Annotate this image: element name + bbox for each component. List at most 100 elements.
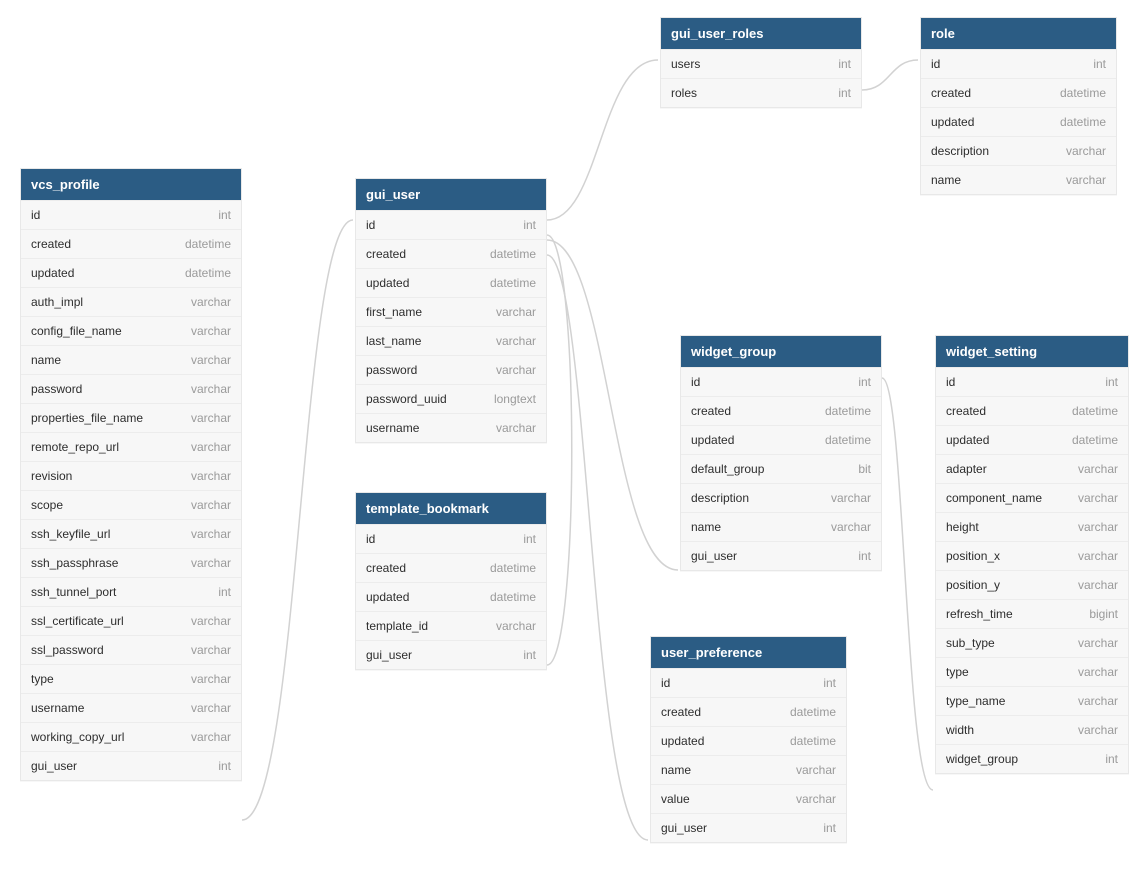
table-row[interactable]: updateddatetime (21, 258, 241, 287)
table-header-user_preference[interactable]: user_preference (651, 637, 846, 668)
table-row[interactable]: idint (356, 524, 546, 553)
table-header-role[interactable]: role (921, 18, 1116, 49)
table-row[interactable]: updateddatetime (356, 268, 546, 297)
table-row[interactable]: ssh_tunnel_portint (21, 577, 241, 606)
table-row[interactable]: valuevarchar (651, 784, 846, 813)
column-type: varchar (796, 763, 836, 777)
table-user_preference[interactable]: user_preferenceidintcreateddatetimeupdat… (650, 636, 847, 843)
table-row[interactable]: gui_userint (651, 813, 846, 842)
table-row[interactable]: createddatetime (651, 697, 846, 726)
table-row[interactable]: createddatetime (921, 78, 1116, 107)
table-row[interactable]: gui_userint (356, 640, 546, 669)
table-row[interactable]: ssl_passwordvarchar (21, 635, 241, 664)
table-row[interactable]: properties_file_namevarchar (21, 403, 241, 432)
table-row[interactable]: sub_typevarchar (936, 628, 1128, 657)
table-row[interactable]: remote_repo_urlvarchar (21, 432, 241, 461)
column-type: varchar (1078, 520, 1118, 534)
table-row[interactable]: auth_implvarchar (21, 287, 241, 316)
table-row[interactable]: ssh_passphrasevarchar (21, 548, 241, 577)
table-row[interactable]: idint (921, 49, 1116, 78)
table-row[interactable]: gui_userint (681, 541, 881, 570)
table-row[interactable]: usersint (661, 49, 861, 78)
column-type: varchar (796, 792, 836, 806)
column-type: datetime (825, 433, 871, 447)
table-row[interactable]: config_file_namevarchar (21, 316, 241, 345)
table-gui_user_roles[interactable]: gui_user_rolesusersintrolesint (660, 17, 862, 108)
column-name: type_name (946, 694, 1005, 708)
table-row[interactable]: createddatetime (356, 239, 546, 268)
table-row[interactable]: idint (651, 668, 846, 697)
table-row[interactable]: updateddatetime (936, 425, 1128, 454)
table-row[interactable]: adaptervarchar (936, 454, 1128, 483)
table-header-widget_group[interactable]: widget_group (681, 336, 881, 367)
column-type: varchar (191, 701, 231, 715)
table-row[interactable]: refresh_time bigint (936, 599, 1128, 628)
table-row[interactable]: descriptionvarchar (921, 136, 1116, 165)
table-row[interactable]: createddatetime (356, 553, 546, 582)
table-row[interactable]: createddatetime (681, 396, 881, 425)
table-row[interactable]: namevarchar (21, 345, 241, 374)
table-row[interactable]: idint (356, 210, 546, 239)
table-row[interactable]: component_namevarchar (936, 483, 1128, 512)
table-row[interactable]: revisionvarchar (21, 461, 241, 490)
table-row[interactable]: updateddatetime (921, 107, 1116, 136)
column-type: varchar (191, 527, 231, 541)
table-row[interactable]: descriptionvarchar (681, 483, 881, 512)
table-row[interactable]: updateddatetime (651, 726, 846, 755)
table-row[interactable]: createddatetime (936, 396, 1128, 425)
column-name: roles (671, 86, 697, 100)
column-name: ssh_tunnel_port (31, 585, 116, 599)
column-name: refresh_time (946, 607, 1013, 621)
table-widget_setting[interactable]: widget_settingidintcreateddatetimeupdate… (935, 335, 1129, 774)
column-name: updated (946, 433, 989, 447)
table-row[interactable]: idint (21, 200, 241, 229)
table-row[interactable]: typevarchar (21, 664, 241, 693)
table-row[interactable]: ssl_certificate_urlvarchar (21, 606, 241, 635)
column-name: gui_user (661, 821, 707, 835)
table-row[interactable]: updateddatetime (356, 582, 546, 611)
column-type: varchar (496, 363, 536, 377)
table-row[interactable]: password_uuidlongtext (356, 384, 546, 413)
table-role[interactable]: roleidintcreateddatetimeupdateddatetimed… (920, 17, 1117, 195)
column-type: int (1105, 752, 1118, 766)
table-row[interactable]: typevarchar (936, 657, 1128, 686)
table-row[interactable]: usernamevarchar (356, 413, 546, 442)
table-row[interactable]: default_groupbit (681, 454, 881, 483)
table-row[interactable]: heightvarchar (936, 512, 1128, 541)
table-row[interactable]: idint (681, 367, 881, 396)
table-row[interactable]: namevarchar (651, 755, 846, 784)
table-header-vcs_profile[interactable]: vcs_profile (21, 169, 241, 200)
table-row[interactable]: updateddatetime (681, 425, 881, 454)
table-row[interactable]: widget_groupint (936, 744, 1128, 773)
table-row[interactable]: passwordvarchar (21, 374, 241, 403)
table-header-widget_setting[interactable]: widget_setting (936, 336, 1128, 367)
table-row[interactable]: last_namevarchar (356, 326, 546, 355)
table-row[interactable]: passwordvarchar (356, 355, 546, 384)
table-row[interactable]: namevarchar (921, 165, 1116, 194)
table-row[interactable]: widthvarchar (936, 715, 1128, 744)
table-row[interactable]: type_namevarchar (936, 686, 1128, 715)
table-row[interactable]: createddatetime (21, 229, 241, 258)
table-template_bookmark[interactable]: template_bookmarkidintcreateddatetimeupd… (355, 492, 547, 670)
table-gui_user[interactable]: gui_useridintcreateddatetimeupdateddatet… (355, 178, 547, 443)
table-widget_group[interactable]: widget_groupidintcreateddatetimeupdatedd… (680, 335, 882, 571)
table-vcs_profile[interactable]: vcs_profileidintcreateddatetimeupdatedda… (20, 168, 242, 781)
table-row[interactable]: gui_userint (21, 751, 241, 780)
table-row[interactable]: template_idvarchar (356, 611, 546, 640)
table-row[interactable]: usernamevarchar (21, 693, 241, 722)
table-row[interactable]: rolesint (661, 78, 861, 107)
table-row[interactable]: namevarchar (681, 512, 881, 541)
table-row[interactable]: ssh_keyfile_urlvarchar (21, 519, 241, 548)
column-name: updated (931, 115, 974, 129)
table-row[interactable]: position_xvarchar (936, 541, 1128, 570)
table-row[interactable]: idint (936, 367, 1128, 396)
column-name: name (31, 353, 61, 367)
table-row[interactable]: working_copy_urlvarchar (21, 722, 241, 751)
table-header-gui_user_roles[interactable]: gui_user_roles (661, 18, 861, 49)
column-type: bigint (1089, 607, 1118, 621)
table-row[interactable]: position_yvarchar (936, 570, 1128, 599)
table-row[interactable]: first_namevarchar (356, 297, 546, 326)
table-header-gui_user[interactable]: gui_user (356, 179, 546, 210)
table-row[interactable]: scopevarchar (21, 490, 241, 519)
table-header-template_bookmark[interactable]: template_bookmark (356, 493, 546, 524)
